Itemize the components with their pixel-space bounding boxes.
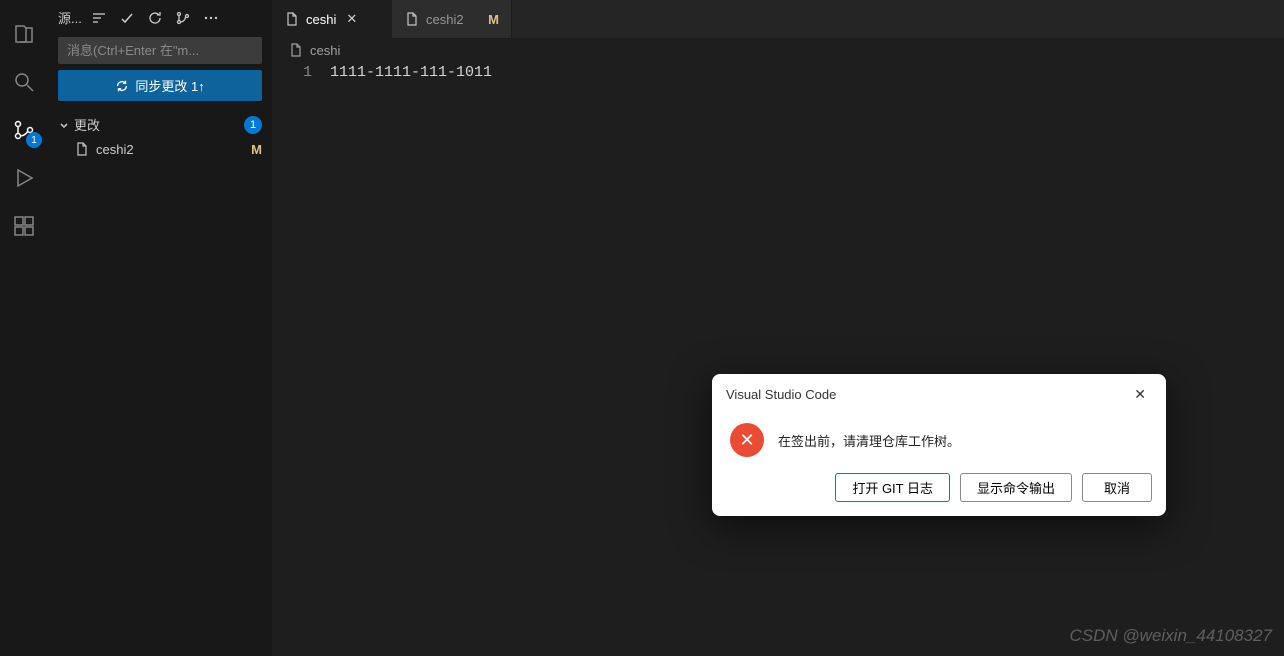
- error-dialog: Visual Studio Code ✕ ✕ 在签出前，请清理仓库工作树。 打开…: [712, 374, 1166, 516]
- breadcrumb-file: ceshi: [310, 43, 340, 58]
- sidebar-title: 源...: [58, 8, 82, 27]
- file-name: ceshi2: [96, 142, 134, 157]
- editor-area: ceshi ✕ ceshi2 M ceshi 1 1111-1111-111-1…: [272, 0, 1284, 656]
- tab-ceshi[interactable]: ceshi ✕: [272, 0, 392, 38]
- scm-badge: 1: [26, 132, 42, 148]
- code-line: 1111-1111-111-1011: [330, 64, 492, 81]
- open-git-log-button[interactable]: 打开 GIT 日志: [835, 473, 950, 502]
- changed-file-item[interactable]: ceshi2 M: [48, 138, 272, 160]
- show-output-button[interactable]: 显示命令输出: [960, 473, 1072, 502]
- sidebar: 源... 同步更改 1↑ 更改 1 ceshi2 M: [48, 0, 272, 656]
- file-icon: [404, 11, 420, 27]
- breadcrumb[interactable]: ceshi: [272, 38, 1284, 62]
- activity-bar: 1: [0, 0, 48, 656]
- line-number-gutter: 1: [272, 64, 330, 656]
- chevron-down-icon: [58, 119, 70, 131]
- search-icon[interactable]: [0, 58, 48, 106]
- dialog-titlebar: Visual Studio Code ✕: [712, 374, 1166, 415]
- file-icon: [284, 11, 300, 27]
- sync-button-label: 同步更改 1↑: [135, 76, 204, 95]
- branch-icon[interactable]: [172, 7, 194, 29]
- source-control-icon[interactable]: 1: [0, 106, 48, 154]
- modified-indicator: M: [488, 12, 499, 27]
- cancel-button[interactable]: 取消: [1082, 473, 1152, 502]
- explorer-icon[interactable]: [0, 10, 48, 58]
- line-number: 1: [272, 64, 312, 81]
- file-status-modified: M: [251, 142, 262, 157]
- close-icon[interactable]: ✕: [346, 11, 357, 27]
- tab-ceshi2[interactable]: ceshi2 M: [392, 0, 512, 38]
- changes-label: 更改: [74, 115, 100, 134]
- refresh-icon[interactable]: [144, 7, 166, 29]
- tab-label: ceshi: [306, 12, 336, 27]
- run-debug-icon[interactable]: [0, 154, 48, 202]
- code-editor[interactable]: 1 1111-1111-111-1011: [272, 62, 1284, 656]
- dialog-title-text: Visual Studio Code: [726, 387, 836, 402]
- changes-count-badge: 1: [244, 116, 262, 134]
- tabs-bar: ceshi ✕ ceshi2 M: [272, 0, 1284, 38]
- view-icon[interactable]: [88, 7, 110, 29]
- tab-label: ceshi2: [426, 12, 464, 27]
- sidebar-header: 源...: [48, 0, 272, 35]
- dialog-message: 在签出前，请清理仓库工作树。: [778, 431, 960, 450]
- error-icon: ✕: [730, 423, 764, 457]
- file-icon: [74, 141, 90, 157]
- more-icon[interactable]: [200, 7, 222, 29]
- close-icon[interactable]: ✕: [1128, 384, 1152, 405]
- extensions-icon[interactable]: [0, 202, 48, 250]
- commit-icon[interactable]: [116, 7, 138, 29]
- sync-changes-button[interactable]: 同步更改 1↑: [58, 70, 262, 101]
- commit-message-input[interactable]: [58, 37, 262, 64]
- changes-section-header[interactable]: 更改 1: [48, 111, 272, 138]
- file-icon: [288, 42, 304, 58]
